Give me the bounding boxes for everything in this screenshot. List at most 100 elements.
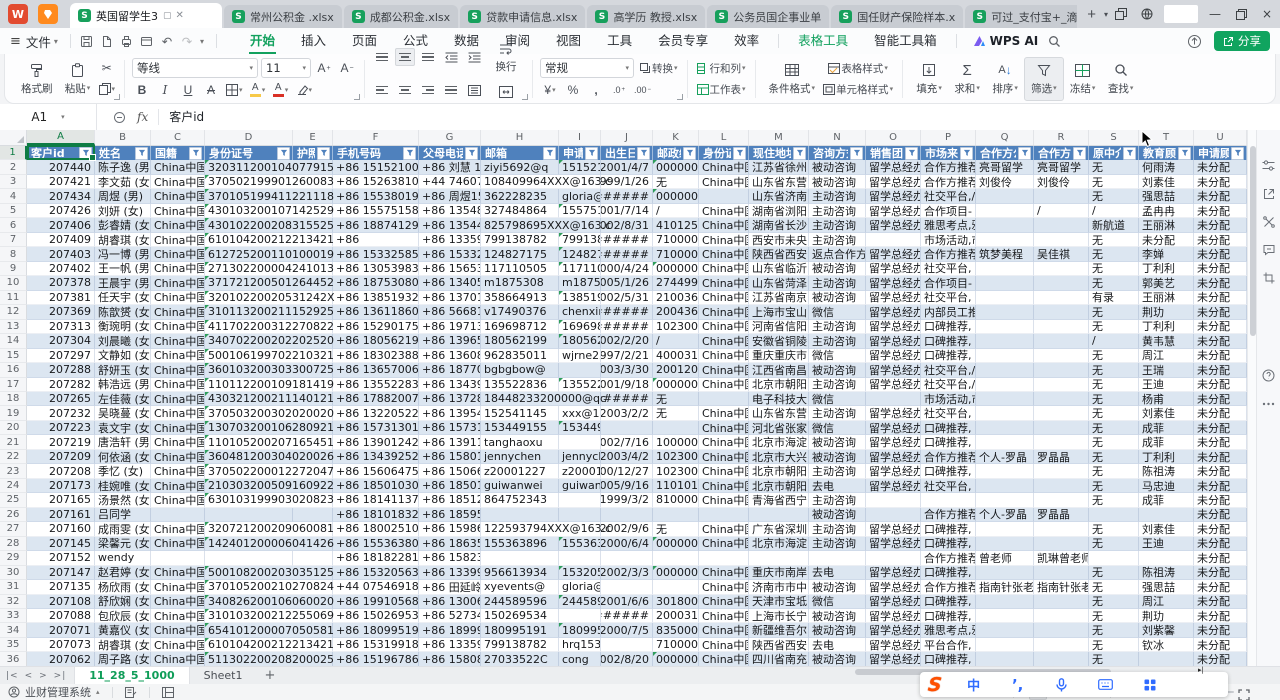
cell[interactable]: 无 xyxy=(1089,305,1139,319)
cell[interactable]: +86 1565399710 xyxy=(419,262,481,276)
cell[interactable]: China中国 xyxy=(699,595,749,609)
cell[interactable]: 未分配 xyxy=(1194,479,1247,493)
cell[interactable]: 无 xyxy=(1089,189,1139,203)
cell[interactable]: 2002/7/16 xyxy=(601,435,653,449)
cell[interactable] xyxy=(653,421,699,435)
cell[interactable]: 无 xyxy=(1089,392,1139,406)
cell[interactable]: 2001/6/6 xyxy=(601,595,653,609)
cell[interactable]: 留学总经办 xyxy=(866,247,921,261)
cell[interactable]: 衡琬明 (女 xyxy=(95,320,151,334)
cell[interactable]: 胡睿琪 (女 xyxy=(95,638,151,652)
cell[interactable]: 000000 xyxy=(653,262,699,276)
cell[interactable]: 返点合作方 xyxy=(809,247,866,261)
cell[interactable]: 301800 xyxy=(653,595,699,609)
cell[interactable]: 未分配 xyxy=(1194,204,1247,218)
cell[interactable]: 207288 xyxy=(27,363,95,377)
cell[interactable] xyxy=(976,378,1034,392)
cell[interactable]: 北京市海淀 xyxy=(749,537,809,551)
cell[interactable]: 155363896 xyxy=(481,537,559,551)
cell[interactable]: 北京市朝阳 xyxy=(749,464,809,478)
autosum-button[interactable]: Σ 求和▾ xyxy=(948,57,986,101)
cell[interactable]: 罗晶晶 xyxy=(1034,450,1089,464)
cell[interactable] xyxy=(976,392,1034,406)
redo-button[interactable]: ↷ xyxy=(177,31,197,51)
cell[interactable]: 湖南省浏阳 xyxy=(749,204,809,218)
cell[interactable]: +86 1580156591 xyxy=(419,450,481,464)
cell[interactable]: 无 xyxy=(1089,450,1139,464)
cell[interactable]: 210303200509160922 xyxy=(205,479,293,493)
row-header-17[interactable]: 17 xyxy=(0,378,27,392)
cell[interactable]: +86 18874129 xyxy=(333,218,419,232)
cell[interactable]: 无 xyxy=(1089,537,1139,551)
menu-tab-工具[interactable]: 工具 xyxy=(594,28,645,54)
cell[interactable]: 留学总经办 xyxy=(866,566,921,580)
cell[interactable] xyxy=(1034,291,1089,305)
cell[interactable]: 未分配 xyxy=(1194,450,1247,464)
cell[interactable]: 留学总经办 xyxy=(866,522,921,536)
cell[interactable]: 西安市未央 xyxy=(749,233,809,247)
row-header-1[interactable]: 1 xyxy=(0,146,27,160)
cell[interactable] xyxy=(1034,537,1089,551)
cell[interactable]: 陈祖涛 xyxy=(1139,566,1194,580)
cell[interactable] xyxy=(976,638,1034,652)
row-header-29[interactable]: 29 xyxy=(0,551,27,565)
more-icon[interactable] xyxy=(1261,396,1276,411)
cell[interactable]: 未分配 xyxy=(1194,378,1247,392)
field-header[interactable]: 邮箱 xyxy=(481,146,559,160)
cell[interactable]: +86 13552283 xyxy=(333,378,419,392)
cell[interactable]: 2003/4/2 xyxy=(601,450,653,464)
file-menu[interactable]: 文件 xyxy=(26,32,51,51)
cell[interactable]: 合作方推荐 xyxy=(921,508,976,522)
cell[interactable]: 无 xyxy=(1089,175,1139,189)
format-painter-button[interactable]: 格式刷 xyxy=(15,57,59,101)
cell[interactable]: guiwanwei xyxy=(481,479,559,493)
cell[interactable]: 2001/7/14 xyxy=(601,204,653,218)
cell[interactable] xyxy=(601,638,653,652)
menu-tab-插入[interactable]: 插入 xyxy=(288,28,339,54)
cell[interactable]: 留学总经办 xyxy=(866,175,921,189)
cell[interactable] xyxy=(151,508,205,522)
cell[interactable]: 何依涵 (女 xyxy=(95,450,151,464)
cell[interactable] xyxy=(976,623,1034,637)
cell[interactable]: +86 13851932 xyxy=(333,291,419,305)
align-center-button[interactable] xyxy=(395,81,415,99)
cell[interactable]: China中国 xyxy=(699,233,749,247)
sheet-tab-Sheet1[interactable]: Sheet1 xyxy=(190,667,257,684)
column-header-M[interactable]: M xyxy=(749,130,809,145)
cell[interactable]: ######## xyxy=(601,233,653,247)
number-format-select[interactable]: 常规▾ xyxy=(540,58,634,78)
cell[interactable]: 无 xyxy=(1089,493,1139,507)
cell[interactable] xyxy=(976,595,1034,609)
cell[interactable]: 612725200110100019 xyxy=(205,247,293,261)
cell[interactable]: 无 xyxy=(1089,638,1139,652)
cell[interactable] xyxy=(976,204,1034,218)
cell[interactable]: 370503200302020020 xyxy=(205,406,293,420)
cell[interactable]: 微信 xyxy=(809,305,866,319)
cell[interactable]: 王晨宇 (男 xyxy=(95,276,151,290)
cell[interactable] xyxy=(866,551,921,565)
cell[interactable]: 未分配 xyxy=(1194,623,1247,637)
cell[interactable]: 未分配 xyxy=(1194,609,1247,623)
cell[interactable]: 2000/12/27 xyxy=(601,464,653,478)
cell[interactable]: 留学总经办 xyxy=(866,276,921,290)
row-header-23[interactable]: 23 xyxy=(0,464,27,478)
cell[interactable]: China中国 xyxy=(699,522,749,536)
formula-input[interactable]: 客户id xyxy=(158,109,204,125)
cell[interactable]: 舒欣娴 (女 xyxy=(95,595,151,609)
cell[interactable] xyxy=(653,551,699,565)
cell[interactable] xyxy=(976,218,1034,232)
cell[interactable]: 1805621 xyxy=(559,334,601,348)
cell[interactable]: 口碑推荐, xyxy=(921,320,976,334)
cell[interactable]: 丁利利 xyxy=(1139,320,1194,334)
cell[interactable]: ######## xyxy=(601,609,653,623)
cell[interactable]: 207403 xyxy=(27,247,95,261)
cell[interactable] xyxy=(1034,421,1089,435)
filter-icon[interactable] xyxy=(683,147,696,160)
row-header-14[interactable]: 14 xyxy=(0,334,27,348)
menu-tab-视图[interactable]: 视图 xyxy=(543,28,594,54)
cell[interactable]: 口碑推荐, xyxy=(921,464,976,478)
cell[interactable]: 合作方推荐 xyxy=(921,247,976,261)
cell[interactable]: / xyxy=(653,204,699,218)
row-header-12[interactable]: 12 xyxy=(0,305,27,319)
cell[interactable]: 无 xyxy=(1089,247,1139,261)
